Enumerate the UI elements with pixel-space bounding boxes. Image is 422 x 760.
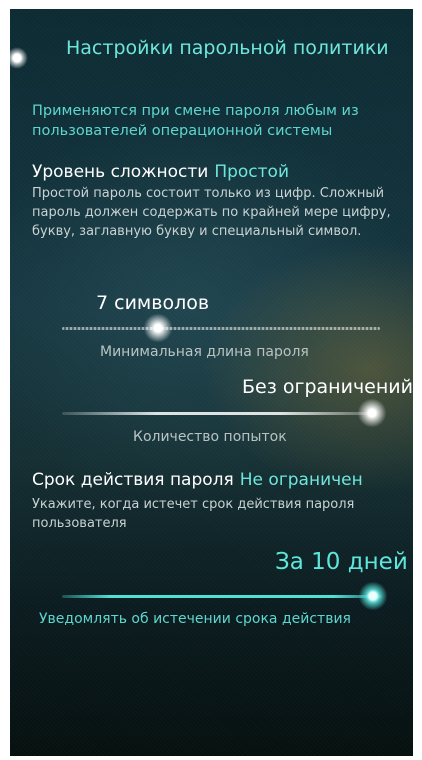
notify-value: За 10 дней [275,549,408,575]
settings-screen: Настройки парольной политики Применяются… [10,9,413,756]
page-description: Применяются при смене пароля любым из по… [32,103,359,139]
complexity-value: Простой [214,162,289,182]
min-length-thumb[interactable] [143,313,173,343]
complexity-combobox[interactable]: Уровень сложности Простой [32,162,289,182]
notify-label: Уведомлять об истечении срока действия [39,611,351,627]
complexity-label: Уровень сложности [32,162,209,182]
expiry-label: Срок действия пароля [32,470,234,490]
attempts-value: Без ограничений [242,376,413,398]
min-length-track[interactable] [62,327,380,330]
notify-track[interactable] [62,595,382,598]
attempts-thumb[interactable] [357,398,387,428]
min-length-value: 7 символов [96,292,210,314]
page-title: Настройки парольной политики [66,37,389,59]
pulley-indicator-icon [10,47,28,69]
expiry-value: Не ограничен [239,470,363,490]
attempts-label: Количество попыток [133,429,287,445]
expiry-description: Укажите, когда истечет срок действия пар… [32,497,355,531]
complexity-description: Простой пароль состоит только из цифр. С… [32,186,391,239]
notify-thumb[interactable] [358,581,388,611]
expiry-combobox[interactable]: Срок действия пароля Не ограничен [32,470,363,490]
attempts-track[interactable] [62,412,376,415]
min-length-label: Минимальная длина пароля [100,344,309,360]
